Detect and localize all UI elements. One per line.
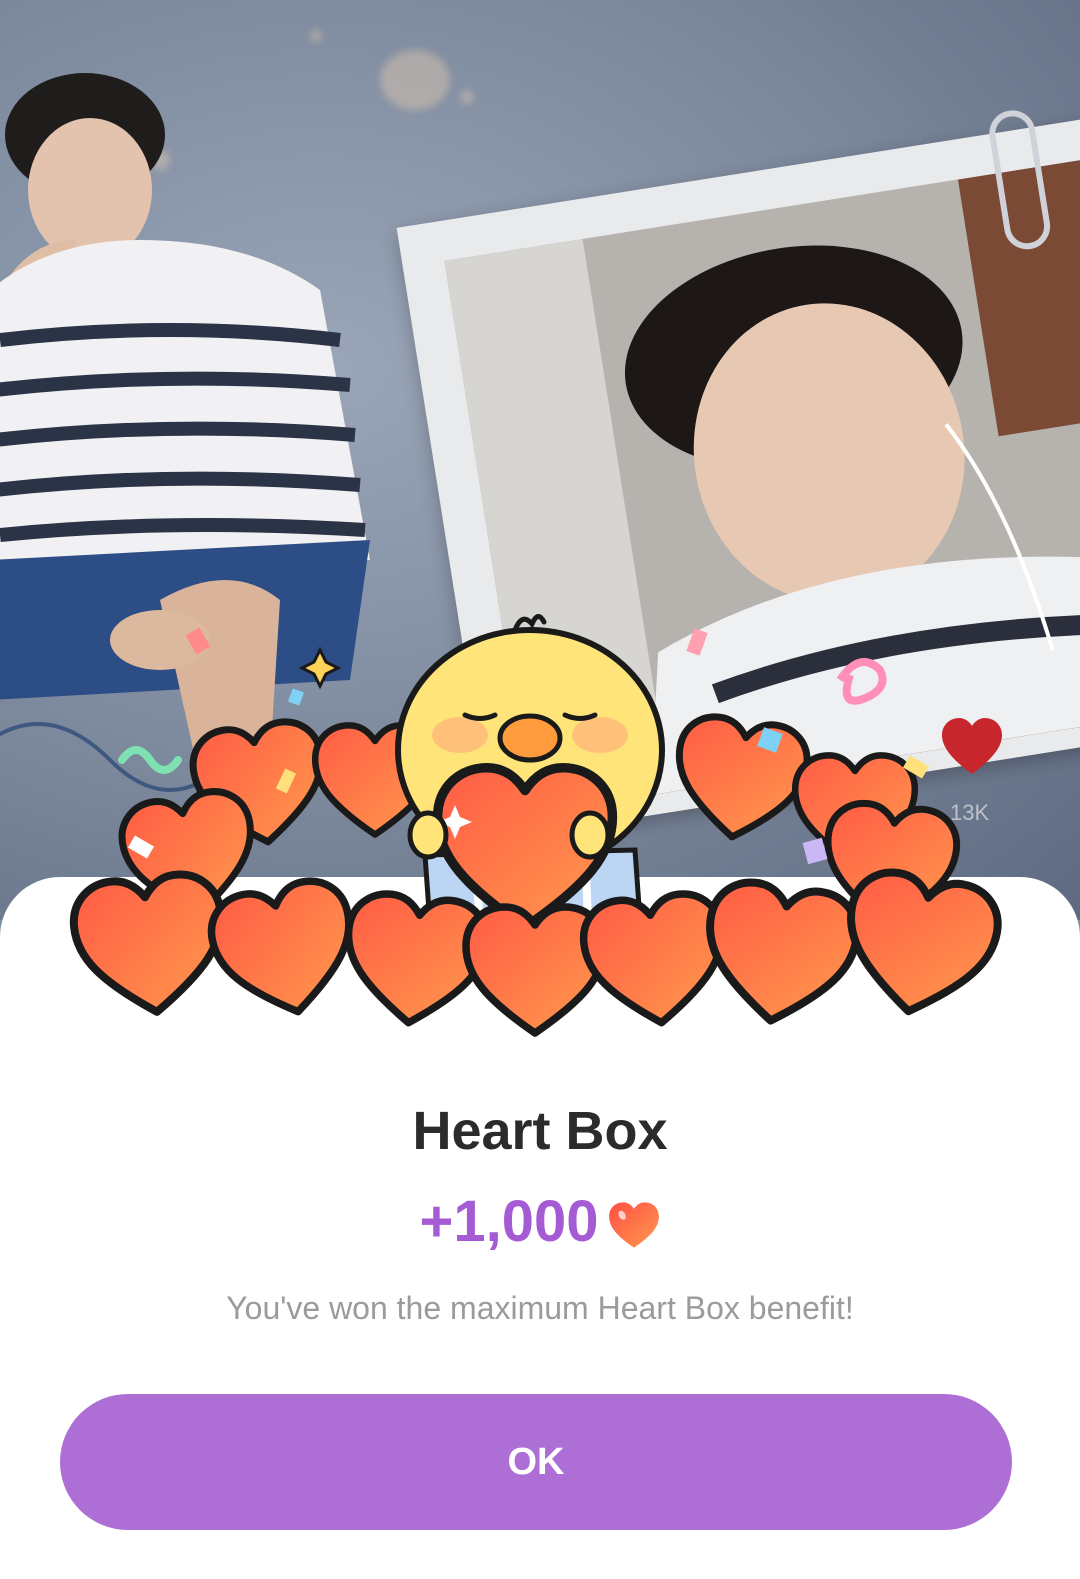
- heart-icon: [608, 1201, 659, 1248]
- heart-box-screen: 13K Heart Box +1,000 You've won the maxi…: [0, 0, 1080, 1579]
- reward-amount: +1,000: [419, 1189, 599, 1254]
- heart-box-illustration: [60, 614, 1020, 1060]
- dialog-title: Heart Box: [412, 1101, 668, 1161]
- reward-amount-row: +1,000: [0, 1188, 1080, 1255]
- ok-button[interactable]: OK: [60, 1394, 1012, 1530]
- reward-message: You've won the maximum Heart Box benefit…: [226, 1290, 854, 1326]
